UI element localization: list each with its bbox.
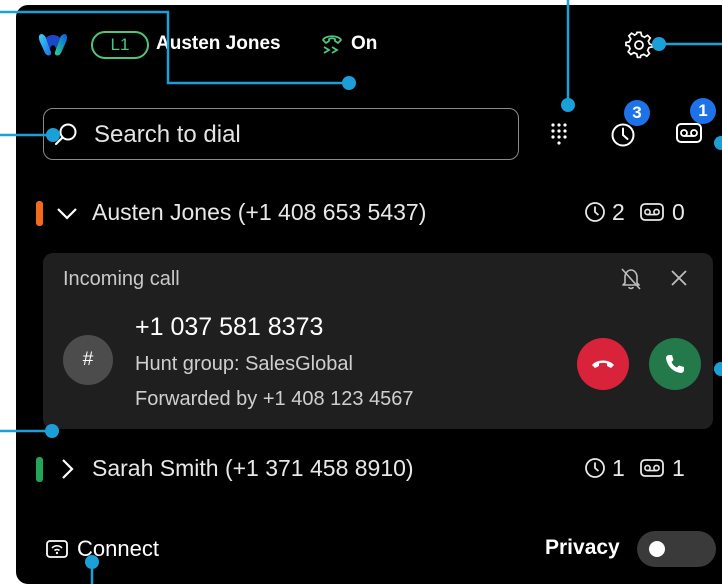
callout-dot (46, 128, 60, 142)
callout-dot (561, 98, 575, 112)
callout-dot (714, 136, 722, 150)
callout-dot (85, 555, 99, 569)
callout-overlay (0, 0, 722, 584)
callout-dot (45, 424, 59, 438)
callout-dot (342, 76, 356, 90)
callout-dot (652, 37, 666, 51)
callout-dot (714, 362, 722, 376)
